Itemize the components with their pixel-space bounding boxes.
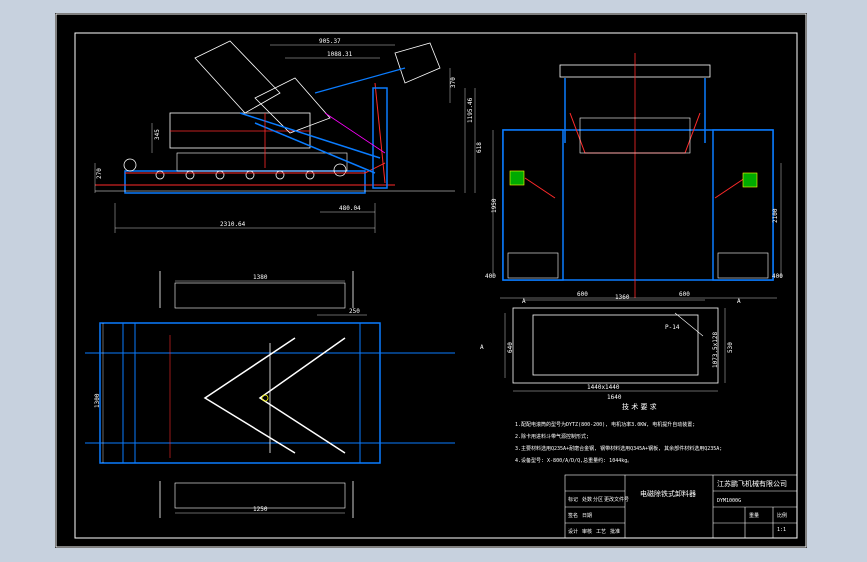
dim-400-left: 400 (485, 273, 496, 280)
section-a-mid: A (480, 344, 484, 351)
dim-1088: 1088.31 (327, 51, 353, 58)
tb-drawing-no: DYM1000G (717, 498, 741, 504)
front-view (492, 53, 782, 299)
dim-250: 250 (349, 308, 360, 315)
drawing-viewport[interactable]: 905.37 1088.31 2310.64 480.04 370 1195.4… (55, 13, 807, 548)
tb-label-2: 处数 (582, 496, 592, 503)
dim-1250: 1250 (253, 506, 268, 513)
section-a-right: A (737, 298, 741, 305)
dim-370: 370 (450, 77, 457, 88)
dim-1360-top: 1380 (253, 274, 268, 281)
tb-sign-4: 批准 (610, 528, 620, 535)
note-1: 1.配配电滚筒的型号为DYTZ(800-200), 电机功率3.0KW, 电机提… (515, 421, 695, 428)
tb-scale-value: 1:1 (777, 527, 786, 533)
tb-sign-3: 工艺 (596, 529, 606, 535)
dim-1360-plate: 1360 (615, 294, 630, 301)
note-3: 3.主要材料选用Q235A+耐磨合金钢, 钢带材料选用Q345A+钢板, 其余部… (515, 445, 722, 452)
dim-1195: 1195.46 (467, 97, 474, 123)
side-view (94, 40, 476, 233)
dim-1300: 1300 (94, 393, 101, 408)
dim-618: 618 (476, 142, 483, 153)
tb-label-6: 日期 (582, 513, 592, 519)
tb-label-3: 分区 (593, 496, 603, 503)
dim-640: 640 (507, 342, 514, 353)
tb-label-4: 更改文件号 (604, 496, 629, 503)
dim-270: 270 (96, 168, 103, 179)
dim-480: 480.04 (339, 205, 361, 212)
dim-p14: P-14 (665, 324, 680, 331)
dim-1440: 1440x1440 (587, 384, 620, 391)
tb-label-1: 标记 (568, 496, 578, 503)
tb-company: 江苏鹏飞机械有限公司 (717, 479, 787, 488)
tb-label-5: 签名 (568, 512, 578, 519)
dim-530: 530 (727, 342, 734, 353)
dim-1950: 1950 (491, 198, 498, 213)
dim-1640: 1640 (607, 394, 622, 401)
dim-400-right: 400 (772, 273, 783, 280)
dim-2310: 2310.64 (220, 221, 246, 228)
tb-product-name: 电磁除铁式卸料器 (640, 489, 696, 498)
dim-600-right: 600 (679, 291, 690, 298)
note-4: 4.设备型号: X-800/A/D/Q,总重量约: 1044kg。 (515, 457, 632, 464)
section-a-left: A (522, 298, 526, 305)
dim-905: 905.37 (319, 38, 341, 45)
tb-sign-1: 设计 (568, 528, 578, 535)
note-2: 2.除卡用进料斗带气源控制形式; (515, 433, 589, 440)
cad-drawing: 905.37 1088.31 2310.64 480.04 370 1195.4… (55, 13, 807, 548)
tb-weight-label: 重量 (749, 512, 759, 519)
dim-600-left: 600 (577, 291, 588, 298)
dim-2100: 2100 (772, 208, 779, 223)
tb-sign-2: 审核 (582, 528, 592, 535)
flange-plate (504, 299, 726, 392)
dim-345: 345 (154, 129, 161, 140)
notes-heading: 技 术 要 求 (622, 402, 657, 411)
dim-1073: 1073.5x128 (712, 331, 719, 368)
tb-scale-label: 比例 (777, 512, 787, 519)
plan-view (85, 271, 455, 518)
